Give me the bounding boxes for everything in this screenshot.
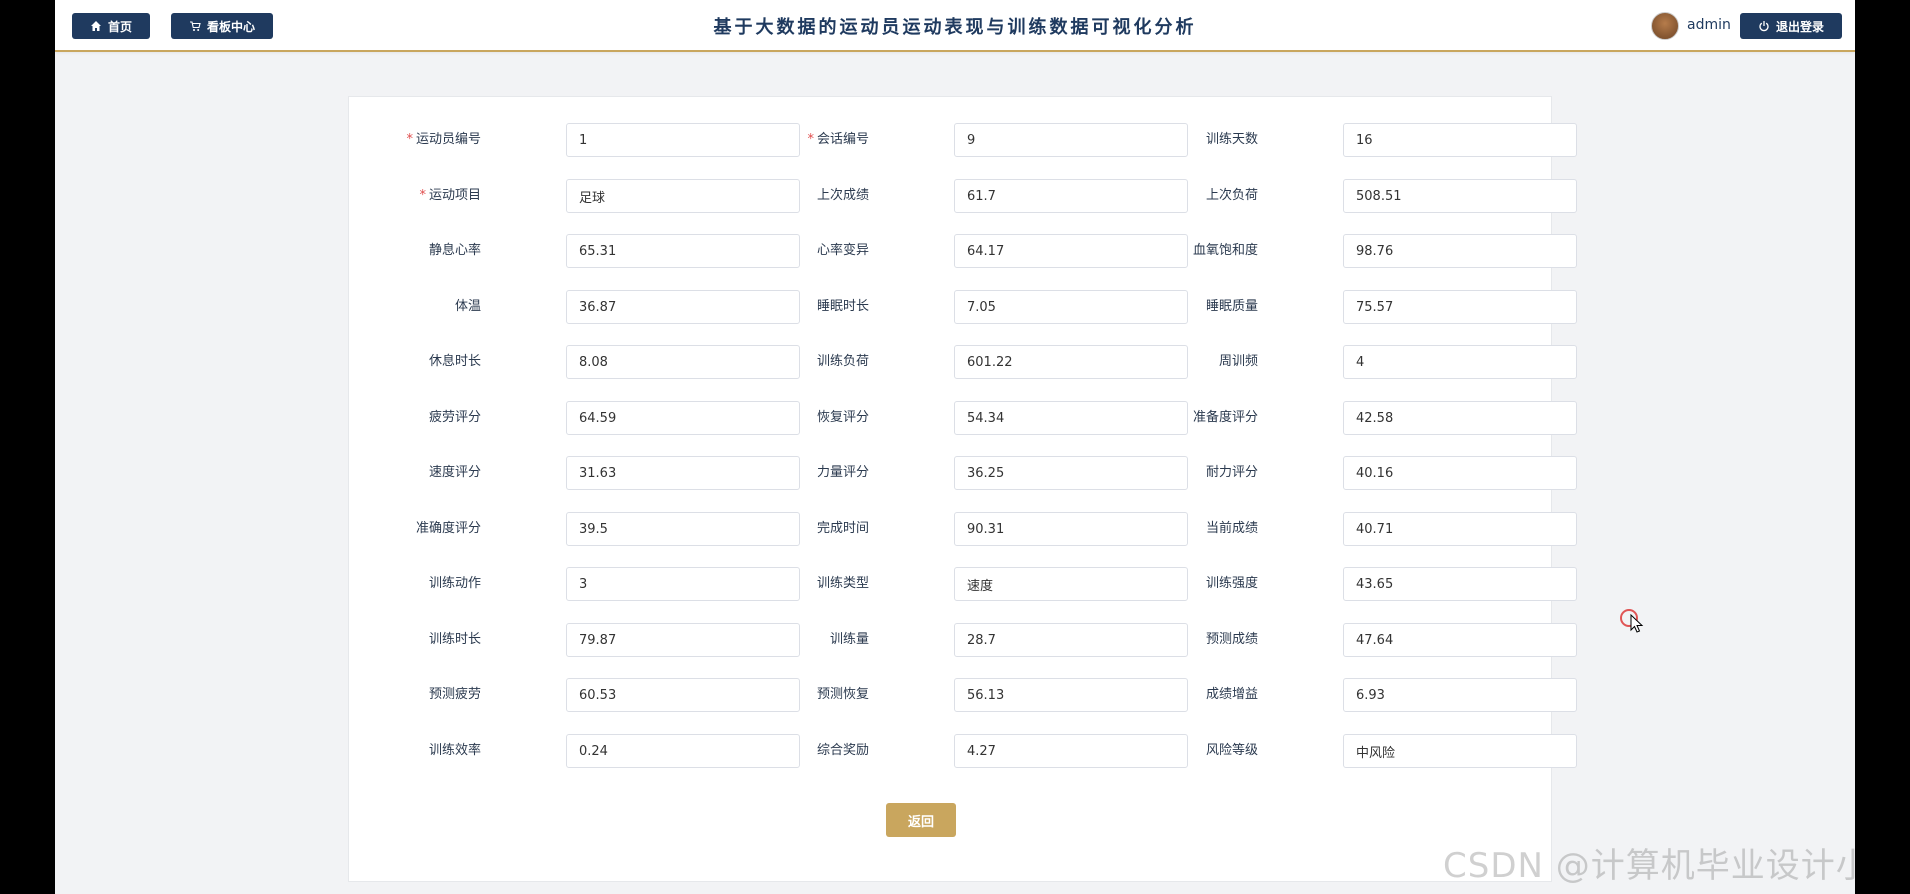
field-label-text: 耐力评分 (1205, 465, 1258, 480)
field-label-text: 会话编号 (816, 132, 869, 147)
field-label-text: 速度评分 (428, 465, 481, 480)
field-label: 训练类型 (749, 567, 869, 601)
field-label-text: 恢复评分 (816, 410, 869, 425)
field-label-text: 综合奖励 (816, 743, 869, 758)
field-label-text: 预测疲劳 (428, 687, 481, 702)
field-label: 耐力评分 (1138, 456, 1258, 490)
field-label-text: 运动项目 (428, 188, 481, 203)
field-label-text: 训练天数 (1205, 132, 1258, 147)
field-label-text: 完成时间 (816, 521, 869, 536)
field-label: 训练负荷 (749, 345, 869, 379)
required-marker: * (807, 132, 814, 147)
field-label-text: 上次负荷 (1205, 188, 1258, 203)
field-label: 准确度评分 (361, 512, 481, 546)
field-input[interactable] (1343, 179, 1577, 213)
field-label-text: 训练动作 (428, 576, 481, 591)
field-label: 预测恢复 (749, 678, 869, 712)
field-label: 速度评分 (361, 456, 481, 490)
field-label-text: 训练类型 (816, 576, 869, 591)
field-label-text: 体温 (454, 299, 481, 314)
watermark: CSDN @计算机毕业设计小明哥 (1443, 846, 1855, 886)
field-label: 风险等级 (1138, 734, 1258, 768)
field-input[interactable] (1343, 734, 1577, 768)
field-label: 体温 (361, 290, 481, 324)
field-label: 静息心率 (361, 234, 481, 268)
field-label: 血氧饱和度 (1138, 234, 1258, 268)
field-input[interactable] (1343, 290, 1577, 324)
field-label: 预测疲劳 (361, 678, 481, 712)
field-label-text: 训练效率 (428, 743, 481, 758)
field-label-text: 准备度评分 (1192, 410, 1258, 425)
field-label-text: 预测恢复 (816, 687, 869, 702)
field-label: 训练量 (749, 623, 869, 657)
field-input[interactable] (1343, 512, 1577, 546)
logout-button[interactable]: 退出登录 (1740, 13, 1842, 39)
field-label-text: 训练量 (829, 632, 869, 647)
field-label-text: 疲劳评分 (428, 410, 481, 425)
field-label: 预测成绩 (1138, 623, 1258, 657)
field-label-text: 风险等级 (1205, 743, 1258, 758)
field-label-text: 休息时长 (428, 354, 481, 369)
field-label-text: 血氧饱和度 (1192, 243, 1258, 258)
field-input[interactable] (1343, 456, 1577, 490)
field-label: 当前成绩 (1138, 512, 1258, 546)
field-label: 恢复评分 (749, 401, 869, 435)
field-input[interactable] (1343, 567, 1577, 601)
field-label-text: 力量评分 (816, 465, 869, 480)
field-label: 训练强度 (1138, 567, 1258, 601)
field-label-text: 心率变异 (816, 243, 869, 258)
field-label: * 运动员编号 (361, 123, 481, 157)
field-label: 完成时间 (749, 512, 869, 546)
power-icon (1759, 21, 1769, 32)
field-input[interactable] (1343, 401, 1577, 435)
field-label: 上次负荷 (1138, 179, 1258, 213)
field-label-text: 睡眠质量 (1205, 299, 1258, 314)
field-label-text: 周训频 (1218, 354, 1258, 369)
logout-button-label: 退出登录 (1775, 19, 1824, 34)
back-button[interactable]: 返回 (886, 803, 956, 837)
field-label-text: 上次成绩 (816, 188, 869, 203)
field-label: 综合奖励 (749, 734, 869, 768)
field-label-text: 训练强度 (1205, 576, 1258, 591)
field-label: 力量评分 (749, 456, 869, 490)
field-label-text: 成绩增益 (1205, 687, 1258, 702)
avatar[interactable] (1651, 12, 1679, 40)
field-label-text: 训练负荷 (816, 354, 869, 369)
field-label: 睡眠质量 (1138, 290, 1258, 324)
field-input[interactable] (1343, 234, 1577, 268)
field-label: 休息时长 (361, 345, 481, 379)
field-label: 训练时长 (361, 623, 481, 657)
required-marker: * (419, 188, 426, 203)
top-navbar: 首页 看板中心 基于大数据的运动员运动表现与训练数据可视化分析 admin 退出… (55, 0, 1855, 52)
field-input[interactable] (1343, 623, 1577, 657)
field-label: * 会话编号 (749, 123, 869, 157)
username: admin (1687, 17, 1731, 33)
field-label: 成绩增益 (1138, 678, 1258, 712)
field-label: 周训频 (1138, 345, 1258, 379)
field-label: 睡眠时长 (749, 290, 869, 324)
mouse-cursor-icon (1630, 614, 1644, 633)
field-label: 准备度评分 (1138, 401, 1258, 435)
field-label-text: 运动员编号 (415, 132, 481, 147)
field-label: 训练天数 (1138, 123, 1258, 157)
field-label: * 运动项目 (361, 179, 481, 213)
field-label: 训练效率 (361, 734, 481, 768)
field-label-text: 训练时长 (428, 632, 481, 647)
field-label-text: 睡眠时长 (816, 299, 869, 314)
app-window: 首页 看板中心 基于大数据的运动员运动表现与训练数据可视化分析 admin 退出… (55, 0, 1855, 894)
field-label: 上次成绩 (749, 179, 869, 213)
page-title: 基于大数据的运动员运动表现与训练数据可视化分析 (713, 17, 1197, 38)
field-label-text: 静息心率 (428, 243, 481, 258)
field-label: 心率变异 (749, 234, 869, 268)
field-label: 训练动作 (361, 567, 481, 601)
field-label-text: 预测成绩 (1205, 632, 1258, 647)
field-label-text: 准确度评分 (415, 521, 481, 536)
field-input[interactable] (1343, 345, 1577, 379)
field-input[interactable] (1343, 678, 1577, 712)
required-marker: * (406, 132, 413, 147)
field-input[interactable] (1343, 123, 1577, 157)
field-label: 疲劳评分 (361, 401, 481, 435)
detail-form-card: 返回 *运动员编号*会话编号训练天数*运动项目上次成绩上次负荷静息心率心率变异血… (348, 96, 1577, 882)
field-label-text: 当前成绩 (1205, 521, 1258, 536)
